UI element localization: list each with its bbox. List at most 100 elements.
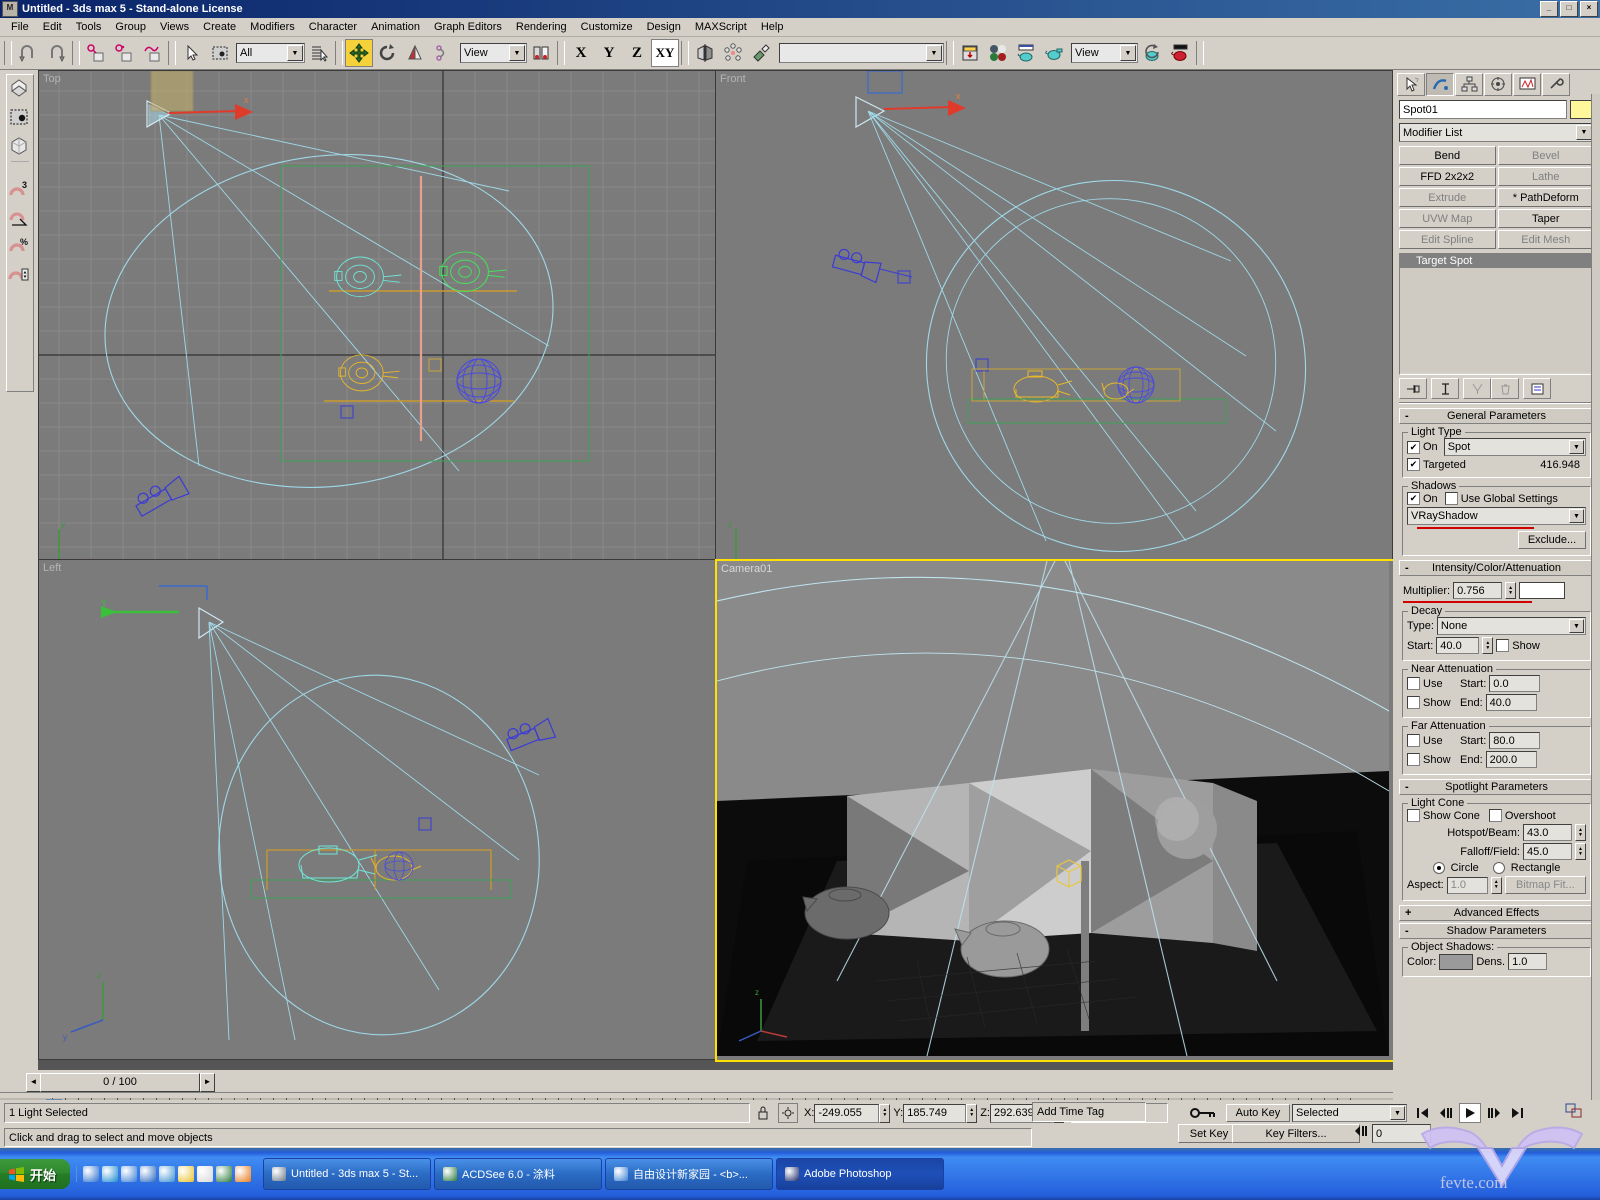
taskbar-task[interactable]: 自由设计新家园 - <b>... <box>605 1158 774 1190</box>
reference-coordinate-combo[interactable]: View ▼ <box>460 43 527 63</box>
selection-filter-combo[interactable]: All ▼ <box>236 43 305 63</box>
modifier-button-pathdeform[interactable]: * PathDeform <box>1497 188 1594 207</box>
select-object-icon[interactable] <box>178 39 206 67</box>
rollout-general-toggle[interactable]: - <box>1405 410 1409 422</box>
select-and-rotate-icon[interactable] <box>373 39 401 67</box>
unlink-selection-icon[interactable] <box>110 39 138 67</box>
decay-start-spinner[interactable]: ▲ ▼ <box>1482 637 1494 654</box>
time-slider[interactable]: 0 / 100 <box>40 1073 200 1092</box>
overshoot-checkbox[interactable] <box>1488 809 1502 822</box>
restrict-y-button[interactable]: Y <box>595 39 623 67</box>
menu-item-rendering[interactable]: Rendering <box>509 20 574 34</box>
light-on-checkbox[interactable]: ✔ <box>1407 440 1420 454</box>
bind-to-space-warp-icon[interactable] <box>138 39 166 67</box>
modifier-button-uvw-map[interactable]: UVW Map <box>1399 209 1496 228</box>
decay-show-checkbox[interactable] <box>1496 639 1510 652</box>
x-coord-spinner[interactable]: ▲ ▼ <box>879 1103 891 1123</box>
snap-3d-icon[interactable]: 3 <box>7 176 31 204</box>
rollout-intensity-header[interactable]: - Intensity/Color/Attenuation <box>1399 560 1594 576</box>
set-key-button[interactable]: Set Key <box>1178 1124 1240 1143</box>
lock-icon[interactable] <box>754 1104 772 1122</box>
rollout-shadow-header[interactable]: - Shadow Parameters <box>1399 923 1594 939</box>
select-and-move-button[interactable] <box>345 39 373 67</box>
rollout-intensity-toggle[interactable]: - <box>1405 562 1409 574</box>
modifier-list-combo[interactable]: Modifier List ▼ <box>1399 123 1594 142</box>
use-pivot-point-center-icon[interactable] <box>527 39 555 67</box>
modifier-stack-body[interactable] <box>1400 268 1593 372</box>
remove-modifier-icon[interactable] <box>1491 378 1519 399</box>
outlook-icon[interactable] <box>140 1166 157 1182</box>
key-mode-combo[interactable]: Selected ▼ <box>1291 1104 1407 1122</box>
restrict-plane-button[interactable]: XY <box>651 39 679 67</box>
menu-item-animation[interactable]: Animation <box>364 20 427 34</box>
snap-toggle-icon[interactable] <box>7 75 31 103</box>
taskbar-task[interactable]: Untitled - 3ds max 5 - St... <box>263 1158 432 1190</box>
rollout-spotlight-toggle[interactable]: - <box>1405 781 1409 793</box>
hotspot-spinner[interactable]: ▲ ▼ <box>1575 824 1586 841</box>
falloff-spinner[interactable]: ▲ ▼ <box>1575 843 1586 860</box>
menu-item-modifiers[interactable]: Modifiers <box>243 20 302 34</box>
make-unique-icon[interactable] <box>1463 378 1491 399</box>
modifier-button-extrude[interactable]: Extrude <box>1399 188 1496 207</box>
material-editor-icon[interactable] <box>984 39 1012 67</box>
configure-sets-icon[interactable] <box>1523 378 1551 399</box>
taskbar-task[interactable]: ACDSee 6.0 - 涂料 <box>434 1158 603 1190</box>
menu-item-file[interactable]: File <box>4 20 36 34</box>
exclude-button[interactable]: Exclude... <box>1518 531 1586 549</box>
show-end-result-icon[interactable] <box>1431 378 1459 399</box>
menu-item-edit[interactable]: Edit <box>36 20 69 34</box>
pin-stack-icon[interactable] <box>1399 378 1427 399</box>
chevron-down-icon[interactable]: ▼ <box>1569 440 1584 454</box>
minimize-button[interactable]: _ <box>1540 1 1558 17</box>
near-use-checkbox[interactable] <box>1407 677 1420 690</box>
aspect-field[interactable]: 1.0 <box>1446 876 1488 894</box>
close-button[interactable]: × <box>1580 1 1598 17</box>
next-frame-icon[interactable] <box>1483 1103 1504 1123</box>
angle-snap-icon[interactable] <box>7 204 31 232</box>
shadow-type-combo[interactable]: VRayShadow ▼ <box>1407 507 1586 525</box>
play-animation-icon[interactable] <box>1458 1103 1481 1123</box>
rollout-shadow-toggle[interactable]: - <box>1405 925 1409 937</box>
undo-icon[interactable] <box>14 39 42 67</box>
warning-icon[interactable] <box>178 1166 195 1182</box>
time-next-button[interactable]: ► <box>200 1073 215 1092</box>
utilities-tab[interactable] <box>1542 73 1570 96</box>
circle-radio[interactable] <box>1432 862 1445 874</box>
menu-item-maxscript[interactable]: MAXScript <box>688 20 754 34</box>
spinner-snap-icon[interactable] <box>7 260 31 288</box>
create-tab[interactable] <box>1397 73 1425 96</box>
shadow-color-swatch[interactable] <box>1439 953 1474 970</box>
render-scene-icon[interactable] <box>1012 39 1040 67</box>
multiplier-spinner[interactable]: ▲ ▼ <box>1505 582 1517 599</box>
select-by-name-icon[interactable] <box>305 39 333 67</box>
y-coord-field[interactable]: 185.749 <box>903 1103 967 1123</box>
multiplier-field[interactable]: 0.756 <box>1453 582 1503 599</box>
absolute-relative-icon[interactable] <box>778 1103 798 1123</box>
chevron-down-icon[interactable]: ▼ <box>1576 125 1592 140</box>
far-show-checkbox[interactable] <box>1407 753 1420 766</box>
motion-tab[interactable] <box>1484 73 1512 96</box>
far-end-field[interactable]: 200.0 <box>1485 751 1537 768</box>
select-region-icon[interactable] <box>206 39 234 67</box>
chevron-down-icon[interactable]: ▼ <box>1569 619 1584 633</box>
menu-item-group[interactable]: Group <box>108 20 153 34</box>
time-prev-button[interactable]: ◄ <box>26 1073 41 1092</box>
chevron-down-icon[interactable]: ▼ <box>509 45 525 61</box>
modifier-button-bend[interactable]: Bend <box>1399 146 1496 165</box>
quick-render-icon[interactable] <box>1040 39 1068 67</box>
chevron-down-icon[interactable]: ▼ <box>1120 45 1136 61</box>
near-show-checkbox[interactable] <box>1407 696 1420 709</box>
modifier-button-lathe[interactable]: Lathe <box>1497 167 1594 186</box>
decay-type-combo[interactable]: None ▼ <box>1436 617 1586 635</box>
modify-tab[interactable] <box>1426 73 1454 96</box>
globe-icon[interactable] <box>159 1166 176 1182</box>
menu-item-character[interactable]: Character <box>302 20 364 34</box>
rollout-advanced-header[interactable]: + Advanced Effects <box>1399 905 1594 921</box>
y-coord-spinner[interactable]: ▲ ▼ <box>966 1103 978 1123</box>
array-icon[interactable] <box>719 39 747 67</box>
key-toggle-icon[interactable] <box>1186 1103 1220 1123</box>
notes-icon[interactable] <box>197 1166 214 1182</box>
display-tab[interactable] <box>1513 73 1541 96</box>
select-and-link-icon[interactable] <box>82 39 110 67</box>
manipulate-icon[interactable] <box>429 39 457 67</box>
